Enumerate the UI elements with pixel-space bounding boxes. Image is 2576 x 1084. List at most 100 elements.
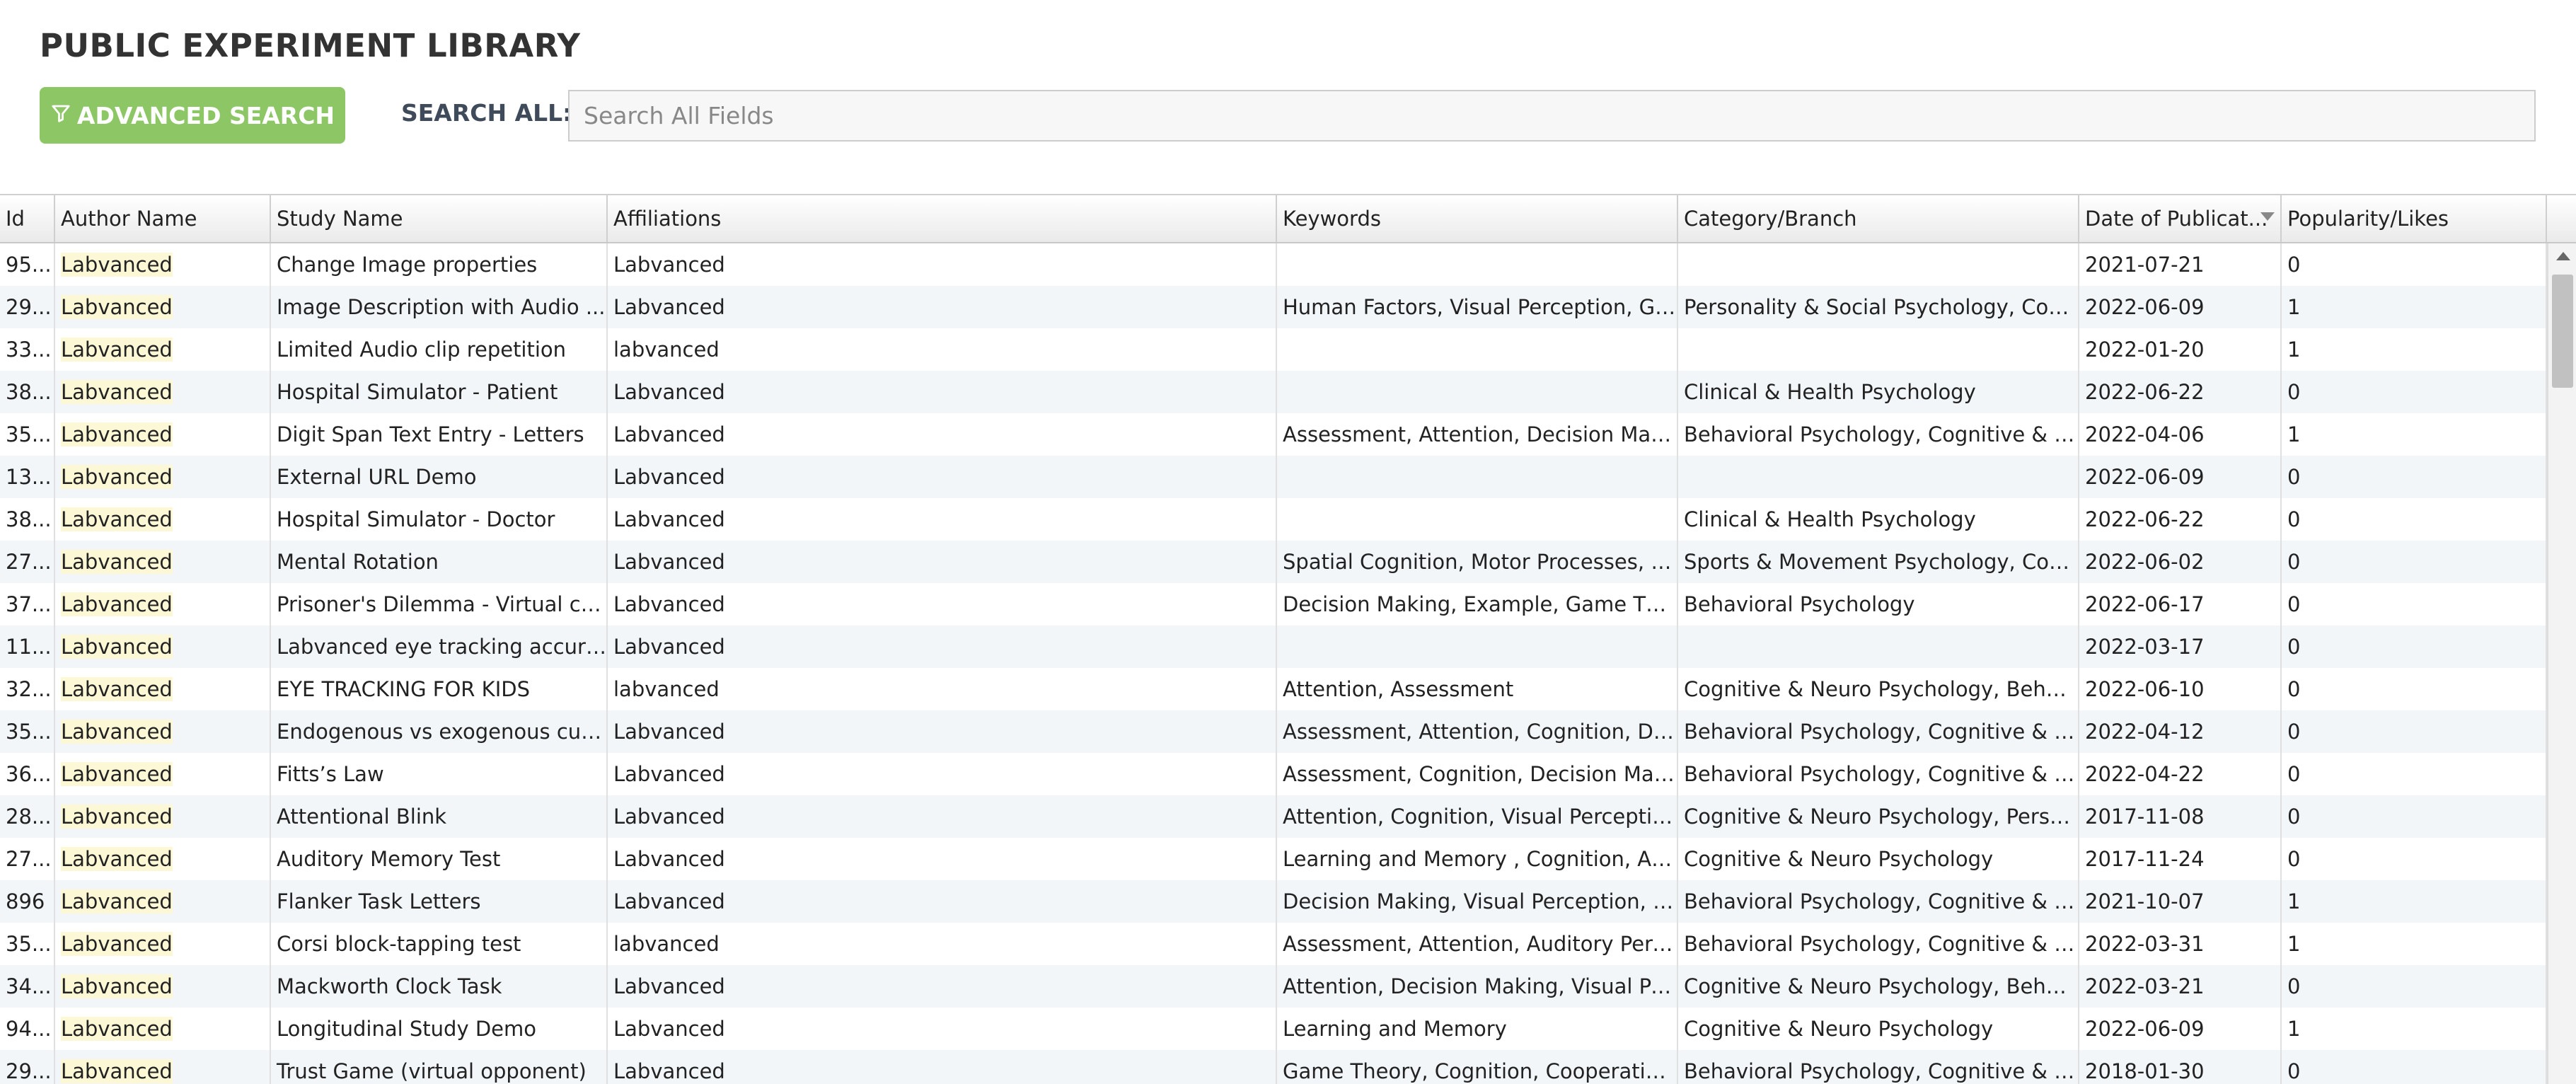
cell-author: Labvanced: [55, 1008, 271, 1050]
column-header-category[interactable]: Category/Branch: [1678, 195, 2079, 242]
table-row[interactable]: 36... Labvanced Fitts’s Law Labvanced Assess…: [0, 753, 2547, 795]
table-row[interactable]: 94... Labvanced Longitudinal Study Demo Lab…: [0, 1008, 2547, 1050]
table-row[interactable]: 13... Labvanced External URL Demo Labvanced…: [0, 456, 2547, 498]
table-row[interactable]: 28... Labvanced Attentional Blink Labvanced…: [0, 795, 2547, 838]
scroll-thumb[interactable]: [2552, 275, 2573, 388]
cell-affiliations: Labvanced: [608, 541, 1277, 583]
column-header-date[interactable]: Date of Publicat...: [2079, 195, 2282, 242]
column-header-label: Author Name: [61, 207, 197, 231]
cell-keywords: Game Theory, Cognition, Cooperative...: [1277, 1050, 1678, 1084]
search-all-input[interactable]: [568, 90, 2536, 142]
table-row[interactable]: 95... Labvanced Change Image properties Lab…: [0, 243, 2547, 286]
cell-category: Behavioral Psychology, Cognitive & N...: [1678, 413, 2079, 456]
vertical-scrollbar[interactable]: [2547, 243, 2576, 1084]
cell-date: 2022-03-21: [2079, 965, 2282, 1008]
column-header-study[interactable]: Study Name: [271, 195, 608, 242]
table-row[interactable]: 29... Labvanced Trust Game (virtual oppone…: [0, 1050, 2547, 1084]
cell-id: 95...: [0, 243, 55, 286]
cell-affiliations: labvanced: [608, 668, 1277, 710]
cell-affiliations: Labvanced: [608, 1050, 1277, 1084]
cell-category: Behavioral Psychology, Cognitive & N...: [1678, 923, 2079, 965]
cell-id: 35...: [0, 710, 55, 753]
column-header-label: Id: [6, 207, 25, 231]
header-scroll-gap: [2547, 195, 2576, 242]
cell-id: 35...: [0, 413, 55, 456]
sort-descending-icon[interactable]: [2260, 212, 2275, 221]
cell-author: Labvanced: [55, 371, 271, 413]
cell-category: Personality & Social Psychology, Cogn...: [1678, 286, 2079, 328]
author-highlight: Labvanced: [61, 380, 173, 404]
table-row[interactable]: 38... Labvanced Hospital Simulator - Patie…: [0, 371, 2547, 413]
scroll-up-arrow-icon[interactable]: [2556, 252, 2570, 260]
cell-keywords: Decision Making, Example, Game The...: [1277, 583, 1678, 625]
table-row[interactable]: 34... Labvanced Mackworth Clock Task Labvan…: [0, 965, 2547, 1008]
cell-likes: 0: [2282, 243, 2547, 286]
author-highlight: Labvanced: [61, 253, 173, 277]
cell-category: Cognitive & Neuro Psychology: [1678, 838, 2079, 880]
table-row[interactable]: 38... Labvanced Hospital Simulator - Docto…: [0, 498, 2547, 541]
cell-author: Labvanced: [55, 965, 271, 1008]
table-row[interactable]: 35... Labvanced Corsi block-tapping test la…: [0, 923, 2547, 965]
table-row[interactable]: 37... Labvanced Prisoner's Dilemma - Virtu…: [0, 583, 2547, 625]
cell-likes: 0: [2282, 625, 2547, 668]
cell-date: 2022-03-31: [2079, 923, 2282, 965]
table-row[interactable]: 32... Labvanced EYE TRACKING FOR KIDS labva…: [0, 668, 2547, 710]
cell-id: 94...: [0, 1008, 55, 1050]
cell-keywords: Decision Making, Visual Perception, Bi..…: [1277, 880, 1678, 923]
author-highlight: Labvanced: [61, 677, 173, 701]
page-title: PUBLIC EXPERIMENT LIBRARY: [40, 27, 581, 64]
cell-study: Mackworth Clock Task: [271, 965, 608, 1008]
cell-study: EYE TRACKING FOR KIDS: [271, 668, 608, 710]
cell-likes: 0: [2282, 1050, 2547, 1084]
cell-affiliations: Labvanced: [608, 286, 1277, 328]
column-header-id[interactable]: Id: [0, 195, 55, 242]
cell-keywords: [1277, 456, 1678, 498]
cell-category: [1678, 243, 2079, 286]
table-row[interactable]: 11... Labvanced Labvanced eye tracking acc…: [0, 625, 2547, 668]
cell-category: [1678, 328, 2079, 371]
cell-author: Labvanced: [55, 243, 271, 286]
cell-date: 2021-10-07: [2079, 880, 2282, 923]
cell-keywords: [1277, 625, 1678, 668]
column-header-keywords[interactable]: Keywords: [1277, 195, 1678, 242]
cell-affiliations: Labvanced: [608, 1008, 1277, 1050]
column-header-author[interactable]: Author Name: [55, 195, 271, 242]
author-highlight: Labvanced: [61, 805, 173, 829]
cell-category: Cognitive & Neuro Psychology, Person...: [1678, 795, 2079, 838]
author-highlight: Labvanced: [61, 932, 173, 956]
cell-author: Labvanced: [55, 583, 271, 625]
cell-id: 29...: [0, 286, 55, 328]
cell-author: Labvanced: [55, 541, 271, 583]
cell-likes: 1: [2282, 923, 2547, 965]
cell-study: Auditory Memory Test: [271, 838, 608, 880]
column-header-likes[interactable]: Popularity/Likes: [2282, 195, 2547, 242]
cell-date: 2022-04-22: [2079, 753, 2282, 795]
cell-likes: 0: [2282, 838, 2547, 880]
cell-study: Labvanced eye tracking accura...: [271, 625, 608, 668]
table-row[interactable]: 35... Labvanced Digit Span Text Entry - Le…: [0, 413, 2547, 456]
cell-author: Labvanced: [55, 710, 271, 753]
cell-likes: 0: [2282, 710, 2547, 753]
cell-affiliations: Labvanced: [608, 965, 1277, 1008]
cell-affiliations: Labvanced: [608, 243, 1277, 286]
cell-date: 2018-01-30: [2079, 1050, 2282, 1084]
table-row[interactable]: 33... Labvanced Limited Audio clip repetit…: [0, 328, 2547, 371]
table-row[interactable]: 27... Labvanced Auditory Memory Test Labvan…: [0, 838, 2547, 880]
cell-study: Trust Game (virtual opponent): [271, 1050, 608, 1084]
cell-date: 2022-06-09: [2079, 456, 2282, 498]
cell-keywords: Assessment, Cognition, Decision Maki...: [1277, 753, 1678, 795]
filter-icon: [50, 102, 71, 129]
cell-study: Limited Audio clip repetition: [271, 328, 608, 371]
cell-likes: 0: [2282, 668, 2547, 710]
advanced-search-button[interactable]: ADVANCED SEARCH: [40, 87, 345, 144]
column-header-affiliations[interactable]: Affiliations: [608, 195, 1277, 242]
cell-category: [1678, 625, 2079, 668]
cell-keywords: Attention, Cognition, Visual Perceptio..…: [1277, 795, 1678, 838]
table-row[interactable]: 29... Labvanced Image Description with Aud…: [0, 286, 2547, 328]
cell-keywords: Human Factors, Visual Perception, Ge...: [1277, 286, 1678, 328]
table-row[interactable]: 27... Labvanced Mental Rotation Labvanced Sp…: [0, 541, 2547, 583]
cell-affiliations: Labvanced: [608, 795, 1277, 838]
table-row[interactable]: 896 Labvanced Flanker Task Letters Labvance…: [0, 880, 2547, 923]
cell-date: 2022-01-20: [2079, 328, 2282, 371]
table-row[interactable]: 35... Labvanced Endogenous vs exogenous cu…: [0, 710, 2547, 753]
